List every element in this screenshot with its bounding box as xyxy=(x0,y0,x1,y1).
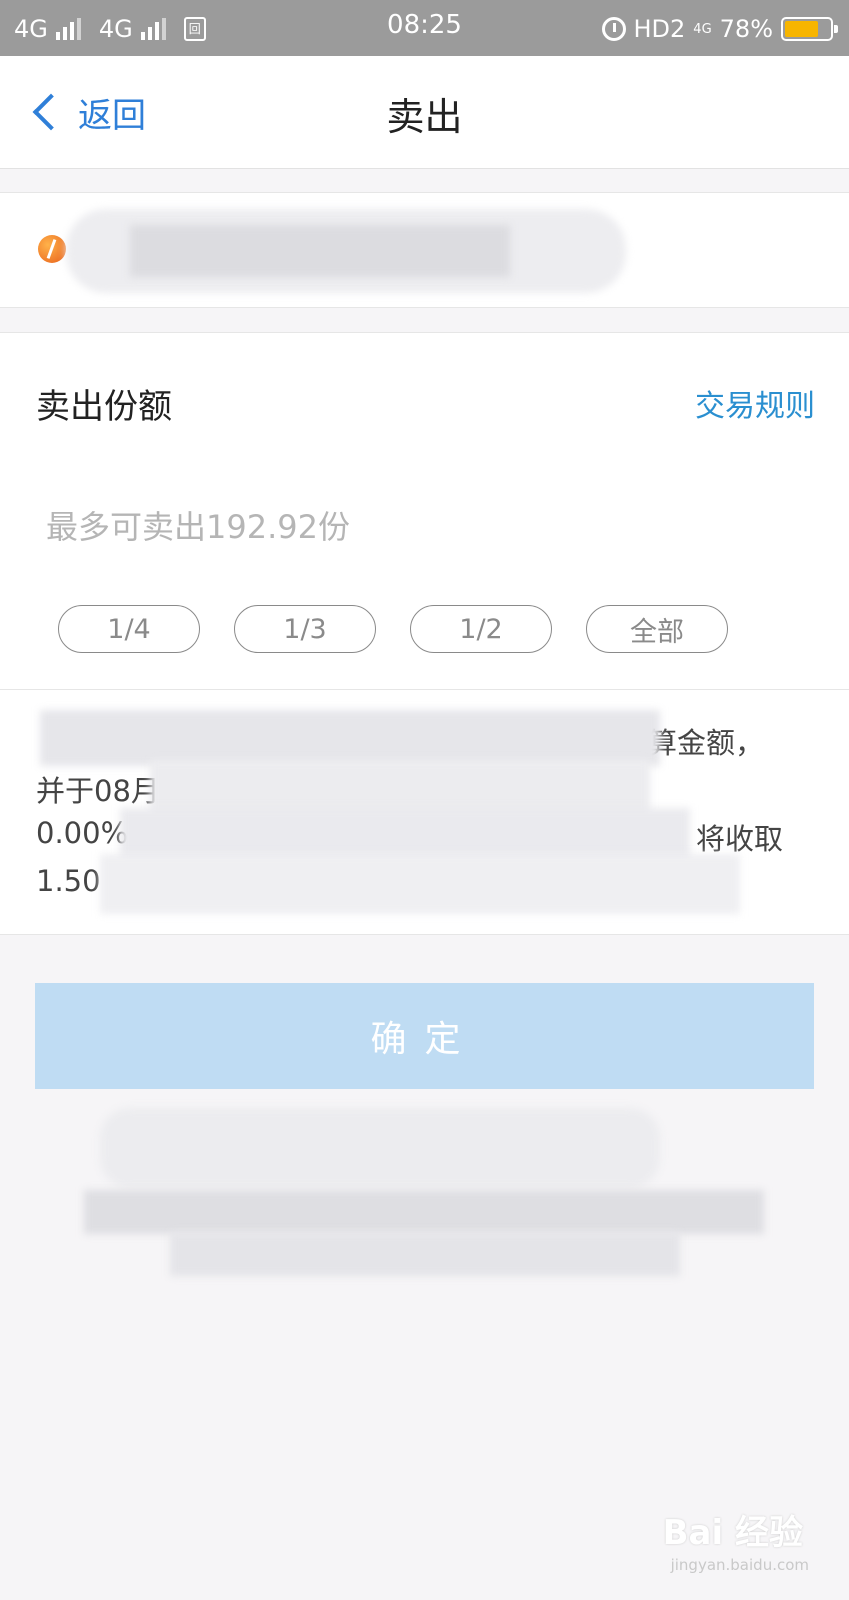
baidu-watermark: Bai 经验 xyxy=(662,1513,803,1553)
status-bar: 4G 4G 回 08:25 HD2 4G 78% xyxy=(0,0,849,56)
battery-fill xyxy=(785,21,819,37)
status-right: HD2 4G 78% xyxy=(601,12,838,46)
fund-name-redacted-block xyxy=(130,225,510,277)
disclaimer-redacted xyxy=(84,1190,764,1234)
network-type-label: 4G xyxy=(693,21,712,37)
battery-icon xyxy=(781,17,838,41)
confirm-button[interactable]: 确定 xyxy=(35,983,814,1089)
hd-label: HD2 xyxy=(633,15,686,43)
sell-share-label: 卖出份额 xyxy=(36,387,172,427)
baidu-watermark-url: jingyan.baidu.com xyxy=(670,1556,809,1574)
note-redacted xyxy=(40,710,660,766)
fund-logo-icon xyxy=(38,235,66,263)
fraction-third-button[interactable]: 1/3 xyxy=(234,605,376,653)
fee-note: 算金额， 并于08月 0.00% 将收取 1.50 xyxy=(0,690,849,935)
note-line-3-tail: 将收取 xyxy=(696,822,784,856)
page-title: 卖出 xyxy=(386,95,463,139)
fraction-all-button[interactable]: 全部 xyxy=(586,605,728,653)
fraction-buttons: 1/4 1/3 1/2 全部 xyxy=(58,605,728,653)
battery-percent: 78% xyxy=(719,15,773,43)
nav-header: 返回 卖出 xyxy=(0,56,849,169)
note-line-3-head: 0.00% xyxy=(36,816,129,850)
trade-rules-link[interactable]: 交易规则 xyxy=(695,381,815,425)
note-redacted xyxy=(100,854,740,914)
fund-info-row[interactable] xyxy=(0,192,849,308)
alarm-icon xyxy=(601,17,626,41)
fraction-quarter-button[interactable]: 1/4 xyxy=(58,605,200,653)
note-line-1-tail: 算金额， xyxy=(648,726,765,760)
sell-section: 卖出份额 交易规则 1/4 1/3 1/2 全部 xyxy=(0,332,849,690)
disclaimer-redacted xyxy=(100,1108,660,1188)
note-line-4-head: 1.50 xyxy=(36,864,101,898)
sell-share-input[interactable] xyxy=(46,505,746,549)
disclaimer-redacted xyxy=(170,1232,680,1276)
note-line-2-head: 并于08月 xyxy=(36,774,160,808)
fraction-half-button[interactable]: 1/2 xyxy=(410,605,552,653)
